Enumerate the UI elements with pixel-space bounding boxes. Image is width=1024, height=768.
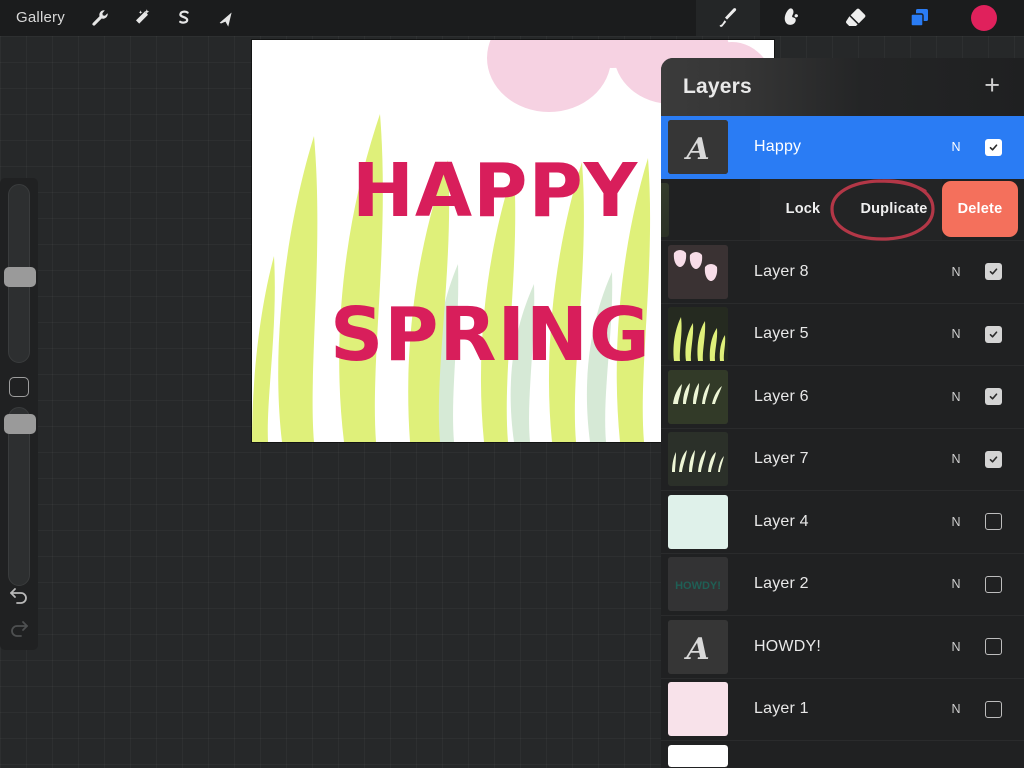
layer-row[interactable]: Layer 1 N: [661, 678, 1024, 741]
left-sidebar: [0, 178, 38, 650]
layer-row[interactable]: [661, 741, 1024, 768]
layers-icon[interactable]: [888, 0, 952, 36]
layer-name: HOWDY!: [754, 637, 821, 655]
layers-panel-title: Layers: [683, 75, 752, 98]
delete-button[interactable]: Delete: [942, 181, 1018, 238]
layer-name: Layer 5: [754, 325, 809, 343]
layer-name: Layer 6: [754, 387, 809, 405]
layer-swipe-action-row: NLockDuplicateDelete: [661, 178, 1024, 241]
layer-row[interactable]: A HOWDY! N: [661, 616, 1024, 679]
arrow-transform-icon[interactable]: [205, 0, 247, 36]
layer-blend-mode[interactable]: N: [941, 515, 971, 529]
layer-row[interactable]: A Happy N: [661, 116, 1024, 179]
top-toolbar: Gallery: [0, 0, 1024, 36]
layer-name: Layer 7: [754, 450, 809, 468]
layer-thumbnail[interactable]: [668, 744, 728, 767]
lock-button[interactable]: Lock: [760, 178, 846, 240]
layer-visibility-checkbox[interactable]: [985, 388, 1002, 406]
layer-blend-mode[interactable]: N: [941, 390, 971, 404]
layer-blend-mode[interactable]: N: [941, 702, 971, 716]
layer-thumbnail[interactable]: A: [668, 120, 728, 175]
layer-thumbnail[interactable]: HOWDY!: [668, 557, 728, 612]
layer-visibility-checkbox[interactable]: [985, 450, 1002, 468]
layer-name: Layer 2: [754, 575, 809, 593]
layer-visibility-checkbox[interactable]: [985, 513, 1002, 531]
magic-wand-icon[interactable]: [121, 0, 163, 36]
svg-text:A: A: [683, 632, 709, 667]
svg-text:A: A: [683, 132, 709, 167]
layer-row[interactable]: Layer 5 N: [661, 303, 1024, 366]
layer-blend-mode[interactable]: N: [941, 640, 971, 654]
layer-visibility-checkbox[interactable]: [985, 325, 1002, 343]
layer-name: Happy: [754, 138, 802, 156]
layer-visibility-checkbox[interactable]: [985, 138, 1002, 156]
layer-name: Layer 4: [754, 512, 809, 530]
duplicate-button[interactable]: Duplicate: [846, 178, 942, 240]
modify-button[interactable]: [9, 377, 29, 397]
selection-s-icon[interactable]: [163, 0, 205, 36]
layer-thumbnail[interactable]: [668, 307, 728, 362]
gallery-button[interactable]: Gallery: [0, 0, 79, 36]
layer-row[interactable]: HOWDY! Layer 2 N: [661, 553, 1024, 616]
layer-blend-mode[interactable]: N: [941, 140, 971, 154]
layer-visibility-checkbox[interactable]: [985, 575, 1002, 593]
layer-visibility-checkbox[interactable]: [985, 638, 1002, 656]
layer-blend-mode[interactable]: N: [941, 452, 971, 466]
layer-thumbnail: [661, 182, 669, 237]
layer-row[interactable]: Layer 7 N: [661, 428, 1024, 491]
current-color-dot: [971, 5, 997, 31]
undo-icon[interactable]: [9, 586, 29, 609]
layer-thumbnail[interactable]: [668, 494, 728, 549]
smudge-icon[interactable]: [760, 0, 824, 36]
layer-row[interactable]: Layer 4 N: [661, 491, 1024, 554]
right-tool-group: [696, 0, 1024, 36]
color-swatch[interactable]: [952, 0, 1016, 36]
opacity-knob[interactable]: [4, 413, 36, 434]
layer-thumbnail[interactable]: [668, 369, 728, 424]
layer-row[interactable]: Layer 8 N: [661, 241, 1024, 304]
svg-text:HOWDY!: HOWDY!: [675, 580, 721, 592]
layer-thumbnail[interactable]: [668, 244, 728, 299]
brush-size-knob[interactable]: [4, 267, 36, 287]
add-layer-icon[interactable]: +: [982, 71, 1002, 103]
layer-row[interactable]: Layer 6 N: [661, 366, 1024, 429]
brush-size-slider[interactable]: [4, 184, 36, 364]
brush-icon[interactable]: [696, 0, 760, 36]
eraser-icon[interactable]: [824, 0, 888, 36]
layer-visibility-checkbox[interactable]: [985, 700, 1002, 718]
undo-redo-group: [9, 586, 29, 650]
layer-blend-mode[interactable]: N: [941, 327, 971, 341]
layer-visibility-checkbox[interactable]: [985, 263, 1002, 281]
layer-thumbnail[interactable]: [668, 682, 728, 737]
redo-icon[interactable]: [9, 619, 29, 642]
layers-panel-header: Layers +: [661, 58, 1024, 116]
layer-thumbnail[interactable]: A: [668, 619, 728, 674]
layer-list: AHappyNNLockDuplicateDeleteLayer 8NLayer…: [661, 116, 1024, 768]
swipe-actions-group: Lock Duplicate Delete: [760, 178, 1024, 240]
layers-panel: Layers + AHappyNNLockDuplicateDeleteLaye…: [661, 58, 1024, 768]
layer-name: Layer 1: [754, 700, 809, 718]
layer-name: Layer 8: [754, 262, 809, 280]
layer-blend-mode[interactable]: N: [941, 265, 971, 279]
layer-blend-mode[interactable]: N: [941, 577, 971, 591]
wrench-icon[interactable]: [79, 0, 121, 36]
layer-thumbnail[interactable]: [668, 432, 728, 487]
opacity-slider[interactable]: [4, 406, 36, 586]
